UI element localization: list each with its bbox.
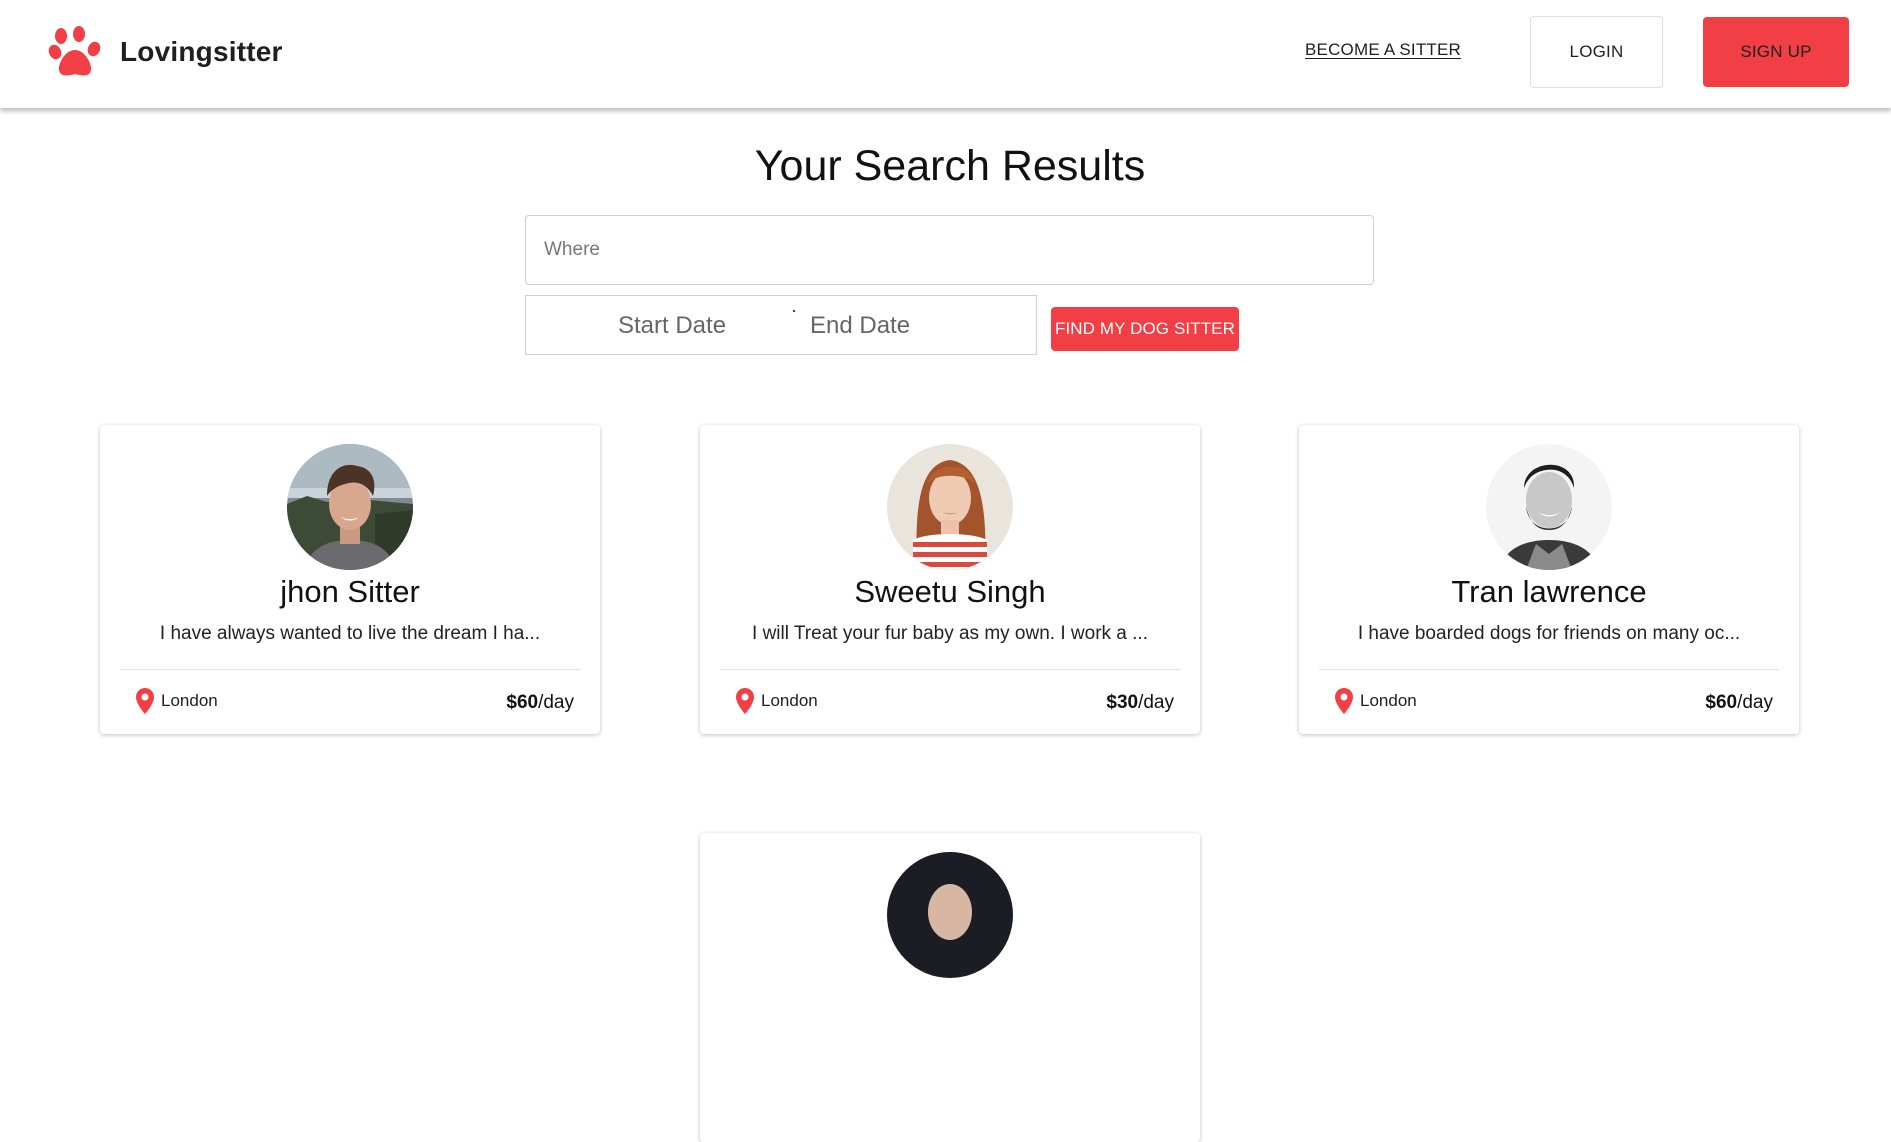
- paw-icon: [48, 26, 101, 76]
- sitter-bio: I have always wanted to live the dream I…: [159, 623, 541, 644]
- sitter-price: $30/day: [1106, 692, 1174, 714]
- where-input[interactable]: [525, 215, 1374, 285]
- card-divider: [120, 669, 580, 670]
- price-unit: /day: [1138, 692, 1174, 713]
- sitter-bio: I have boarded dogs for friends on many …: [1357, 623, 1741, 644]
- date-range-picker: Start Date End Date: [525, 295, 1037, 355]
- sitter-name: Sweetu Singh: [854, 574, 1046, 609]
- login-button[interactable]: LOGIN: [1530, 16, 1663, 88]
- card-divider: [720, 669, 1180, 670]
- sitter-city: London: [761, 691, 818, 710]
- avatar: [1486, 444, 1612, 570]
- sitter-name: Tran lawrence: [1451, 574, 1647, 609]
- brand-logo-link[interactable]: Lovingsitter: [48, 26, 283, 78]
- brand-name: Lovingsitter: [120, 36, 283, 67]
- sitter-city: London: [1360, 691, 1417, 710]
- price-unit: /day: [1737, 692, 1773, 713]
- avatar: [887, 852, 1013, 978]
- sitter-city: London: [161, 691, 218, 710]
- card-divider: [1319, 669, 1779, 670]
- sitter-price: $60/day: [1705, 692, 1773, 714]
- price-amount: $60: [1705, 692, 1738, 713]
- price-amount: $30: [1106, 692, 1139, 713]
- sitter-location: London: [1335, 688, 1417, 714]
- date-separator: [793, 310, 795, 312]
- price-amount: $60: [506, 692, 539, 713]
- avatar: [887, 444, 1013, 570]
- sitter-card-partial[interactable]: [700, 833, 1200, 1142]
- find-dog-sitter-button[interactable]: FIND MY DOG SITTER: [1051, 307, 1239, 351]
- become-sitter-link[interactable]: BECOME A SITTER: [1305, 40, 1461, 60]
- sitter-card[interactable]: Tran lawrence I have boarded dogs for fr…: [1299, 425, 1799, 734]
- sitter-location: London: [736, 688, 818, 714]
- price-unit: /day: [538, 692, 574, 713]
- avatar: [287, 444, 413, 570]
- sitter-price: $60/day: [506, 692, 574, 714]
- start-date-field[interactable]: Start Date: [618, 312, 726, 340]
- sitter-location: London: [136, 688, 218, 714]
- page-title: Your Search Results: [754, 142, 1146, 190]
- location-pin-icon: [736, 688, 754, 714]
- location-pin-icon: [136, 688, 154, 714]
- sitter-card[interactable]: Sweetu Singh I will Treat your fur baby …: [700, 425, 1200, 734]
- top-navbar: Lovingsitter BECOME A SITTER LOGIN SIGN …: [0, 0, 1891, 108]
- sitter-bio: I will Treat your fur baby as my own. I …: [752, 623, 1148, 644]
- sitter-card[interactable]: jhon Sitter I have always wanted to live…: [100, 425, 600, 734]
- end-date-field[interactable]: End Date: [810, 312, 910, 340]
- location-pin-icon: [1335, 688, 1353, 714]
- sitter-name: jhon Sitter: [280, 574, 420, 609]
- signup-button[interactable]: SIGN UP: [1703, 17, 1849, 87]
